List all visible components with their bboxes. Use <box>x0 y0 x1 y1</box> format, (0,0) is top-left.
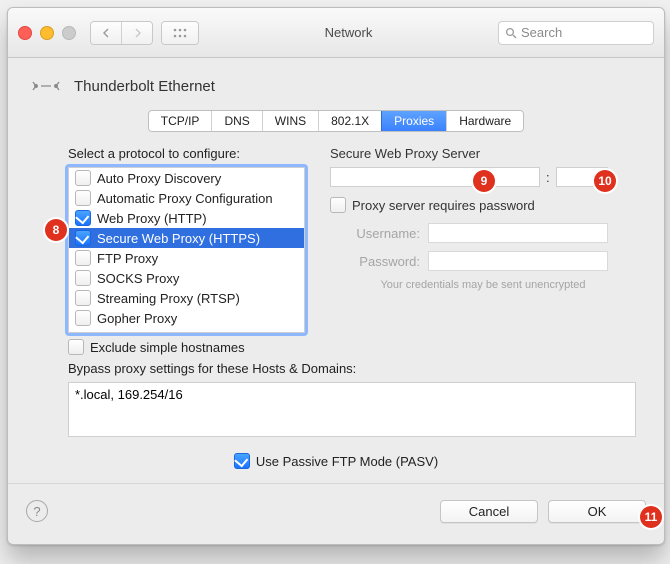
search-icon <box>505 27 517 39</box>
annotation-badge-9: 9 <box>473 170 495 192</box>
checkbox[interactable] <box>234 453 250 469</box>
list-item[interactable]: Streaming Proxy (RTSP) <box>69 288 304 308</box>
tab-proxies[interactable]: Proxies <box>381 111 446 131</box>
interface-header: Thunderbolt Ethernet <box>8 58 664 104</box>
ok-button[interactable]: OK <box>548 500 646 523</box>
passive-ftp-checkbox[interactable]: Use Passive FTP Mode (PASV) <box>8 453 664 469</box>
ethernet-icon <box>30 72 62 100</box>
checkbox[interactable] <box>75 170 91 186</box>
checkbox[interactable] <box>75 230 91 246</box>
annotation-badge-8: 8 <box>45 219 67 241</box>
close-icon[interactable] <box>18 26 32 40</box>
proxy-server-label: Secure Web Proxy Server <box>330 146 636 161</box>
username-input <box>428 223 608 243</box>
list-item[interactable]: Web Proxy (HTTP) <box>69 208 304 228</box>
checkbox[interactable] <box>330 197 346 213</box>
bypass-label: Bypass proxy settings for these Hosts & … <box>68 361 636 376</box>
search-input[interactable]: Search <box>498 21 654 45</box>
search-placeholder: Search <box>521 25 562 40</box>
zoom-icon <box>62 26 76 40</box>
password-label: Password: <box>330 254 420 269</box>
toolbar: Network Search <box>8 8 664 58</box>
checkbox[interactable] <box>75 210 91 226</box>
footer: ? Cancel OK <box>8 484 664 538</box>
window-title: Network <box>207 25 490 40</box>
password-input <box>428 251 608 271</box>
grid-icon <box>173 28 187 38</box>
help-button[interactable]: ? <box>26 500 48 522</box>
checkbox[interactable] <box>75 190 91 206</box>
exclude-hostnames-checkbox[interactable]: Exclude simple hostnames <box>68 339 308 355</box>
list-item[interactable]: SOCKS Proxy <box>69 268 304 288</box>
requires-password-checkbox[interactable]: Proxy server requires password <box>330 197 636 213</box>
list-item[interactable]: Auto Proxy Discovery <box>69 168 304 188</box>
checkbox[interactable] <box>68 339 84 355</box>
checkbox[interactable] <box>75 250 91 266</box>
traffic-lights <box>18 26 76 40</box>
minimize-icon[interactable] <box>40 26 54 40</box>
list-item[interactable]: Automatic Proxy Configuration <box>69 188 304 208</box>
checkbox[interactable] <box>75 270 91 286</box>
show-all-button[interactable] <box>161 21 199 45</box>
interface-name: Thunderbolt Ethernet <box>74 78 215 95</box>
nav-back-forward <box>90 21 153 45</box>
forward-button[interactable] <box>121 22 152 44</box>
list-item[interactable]: Secure Web Proxy (HTTPS) <box>69 228 304 248</box>
cancel-button[interactable]: Cancel <box>440 500 538 523</box>
tab-wins[interactable]: WINS <box>262 111 318 131</box>
annotation-badge-11: 11 <box>640 506 662 528</box>
tab-8021x[interactable]: 802.1X <box>318 111 381 131</box>
proxy-host-input[interactable] <box>330 167 540 187</box>
annotation-badge-10: 10 <box>594 170 616 192</box>
credentials-warning: Your credentials may be sent unencrypted <box>330 279 636 291</box>
tab-hardware[interactable]: Hardware <box>446 111 523 131</box>
back-button[interactable] <box>91 22 121 44</box>
network-prefs-window: Network Search Thunderbolt Ethernet TCP/… <box>7 7 665 545</box>
protocol-list[interactable]: Auto Proxy Discovery Automatic Proxy Con… <box>68 167 305 333</box>
checkbox[interactable] <box>75 290 91 306</box>
checkbox[interactable] <box>75 310 91 326</box>
list-item[interactable]: FTP Proxy <box>69 248 304 268</box>
bypass-textarea[interactable] <box>68 382 636 437</box>
username-label: Username: <box>330 226 420 241</box>
protocol-list-label: Select a protocol to configure: <box>68 146 308 161</box>
tab-tcpip[interactable]: TCP/IP <box>149 111 212 131</box>
list-item[interactable]: Gopher Proxy <box>69 308 304 328</box>
tab-dns[interactable]: DNS <box>211 111 261 131</box>
host-port-separator: : <box>546 170 550 185</box>
tabs: TCP/IP DNS WINS 802.1X Proxies Hardware <box>8 110 664 132</box>
